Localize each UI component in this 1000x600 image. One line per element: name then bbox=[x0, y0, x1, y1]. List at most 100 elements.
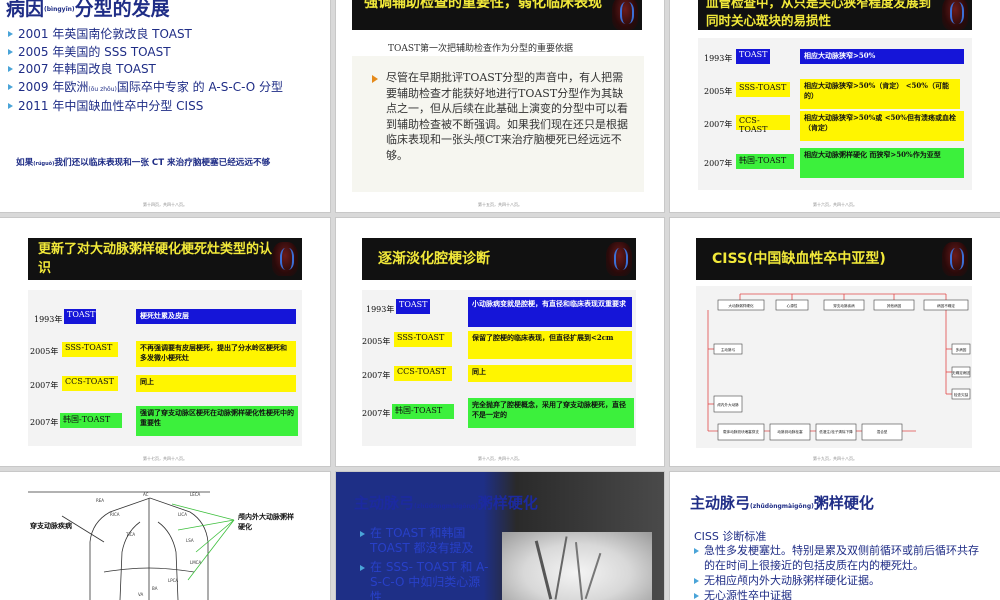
list-item: 无心源性卒中证据 bbox=[694, 588, 988, 600]
slide-title-bar: CISS(中国缺血性卒中亚型) bbox=[696, 238, 972, 280]
diagram-label: 心源性 bbox=[787, 303, 798, 308]
row-text: 相应大动脉粥样硬化 而狭窄>50%作为亚型 bbox=[800, 148, 964, 178]
slide-footer: 第十七页，共四十八页。 bbox=[143, 456, 187, 461]
list-item: 2001 年英国南伦敦改良 TOAST bbox=[8, 26, 283, 44]
bullet-list: 2001 年英国南伦敦改良 TOAST 2005 年美国的 SSS TOAST … bbox=[8, 26, 283, 116]
slide-footer: 第十六页，共四十八页。 bbox=[813, 202, 857, 207]
row-tag: TOAST bbox=[64, 309, 96, 324]
slide-title-bar: 血管检查中，从只是关心狭窄程度发展到同时关心斑块的易损性 bbox=[698, 0, 972, 30]
list-item: 2005 年美国的 SSS TOAST bbox=[8, 44, 283, 62]
slide-footer: 第十八页，共四十八页。 bbox=[478, 456, 522, 461]
slide-subtitle: TOAST第一次把辅助检查作为分型的重要依据 bbox=[388, 44, 574, 54]
row-tag: SSS-TOAST bbox=[62, 342, 118, 357]
slide-title-bar: 更新了对大动脉粥样硬化梗死灶类型的认识 bbox=[28, 238, 302, 280]
row-year: 2007年 bbox=[362, 371, 391, 380]
list-item: 2009 年欧洲(ōu zhōu)国际卒中专家 的 A-S-C-O 分型 bbox=[8, 79, 283, 99]
list-item: 无相应颅内外大动脉粥样硬化证据。 bbox=[694, 573, 988, 588]
row-tag: CCS-TOAST bbox=[736, 115, 790, 134]
row-year: 2007年 bbox=[30, 418, 59, 427]
row-year: 2005年 bbox=[362, 337, 391, 346]
slide-footer: 第十四页，共四十八页。 bbox=[143, 202, 187, 207]
slide-16[interactable]: 血管检查中，从只是关心狭窄程度发展到同时关心斑块的易损性 1993年 TOAST… bbox=[670, 0, 1000, 212]
diagram-label: 病因不确定 bbox=[937, 303, 955, 308]
brain-icon bbox=[612, 0, 638, 30]
slide-footer: 第十五页，共四十八页。 bbox=[478, 202, 522, 207]
brain-icon bbox=[942, 0, 968, 30]
slide-title: 血管检查中，从只是关心狭窄程度发展到同时关心斑块的易损性 bbox=[706, 0, 932, 28]
slide-title: 逐渐淡化腔梗诊断 bbox=[378, 251, 490, 267]
row-year: 2005年 bbox=[30, 347, 59, 356]
row-tag: CCS-TOAST bbox=[394, 366, 452, 381]
row-text: 保留了腔梗的临床表现，但直径扩展到<2cm bbox=[468, 331, 632, 359]
list-item: 在 SSS- TOAST 和 A-S-C-O 中如归类心源性 bbox=[360, 560, 490, 600]
slide-footer: 第十九页，共四十八页。 bbox=[813, 456, 857, 461]
brain-icon bbox=[942, 242, 968, 276]
slide-title-bar: 逐渐淡化腔梗诊断 bbox=[362, 238, 636, 280]
content-panel: 尽管在早期批评TOAST分型的声音中，有人把需要辅助检查才能获好地进行TOAST… bbox=[352, 56, 644, 192]
vessel-label: VA bbox=[138, 592, 143, 597]
diagram-label: 动脉到动脉栓塞 bbox=[777, 429, 803, 434]
vessel-label: LECA bbox=[190, 492, 201, 497]
vessel-label: LMCA bbox=[190, 560, 201, 565]
slide-title: CISS(中国缺血性卒中亚型) bbox=[712, 251, 886, 267]
slide-20[interactable]: AC LECA LICA RICA REA TICA LSA LMCA LPCA… bbox=[0, 472, 330, 600]
diagram-label: 穿支动脉疾病 bbox=[833, 303, 855, 308]
row-tag: SSS-TOAST bbox=[394, 332, 452, 347]
row-text: 相应大动脉狭窄>50% bbox=[800, 49, 964, 64]
bullet-list: 急性多发梗塞灶。特别是累及双侧前循环或前后循环共存的在时间上很接近的包括皮质在内… bbox=[694, 543, 988, 600]
slide-title: 主动脉弓(zhǔdòngmàigōng)粥样硬化 bbox=[354, 494, 538, 512]
row-text: 小动脉病变就是腔梗，有直径和临床表现双重要求 bbox=[468, 297, 632, 327]
row-text: 同上 bbox=[468, 365, 632, 382]
list-item: 急性多发梗塞灶。特别是累及双侧前循环或前后循环共存的在时间上很接近的包括皮质在内… bbox=[694, 543, 988, 573]
row-text: 梗死灶累及皮层 bbox=[136, 309, 296, 324]
diagram-label: 无确定病因 bbox=[952, 370, 970, 375]
label-perforator: 穿支动脉疾病 bbox=[30, 521, 72, 530]
slide-21[interactable]: 主动脉弓(zhǔdòngmàigōng)粥样硬化 在 TOAST 和韩国 TOA… bbox=[336, 472, 664, 600]
row-tag: 韩国-TOAST bbox=[736, 154, 794, 169]
row-tag: TOAST bbox=[736, 49, 770, 64]
bullet-icon bbox=[372, 75, 378, 83]
slide-title-bar: 强调辅助检查的重要性，弱化临床表现 bbox=[352, 0, 642, 30]
slide-15[interactable]: 强调辅助检查的重要性，弱化临床表现 TOAST第一次把辅助检查作为分型的重要依据… bbox=[336, 0, 664, 212]
slide-17[interactable]: 更新了对大动脉粥样硬化梗死灶类型的认识 1993年 TOAST 梗死灶累及皮层 … bbox=[0, 218, 330, 466]
slide-title: 强调辅助检查的重要性，弱化临床表现 bbox=[364, 0, 602, 11]
diagram-label: 大动脉粥样硬化 bbox=[728, 303, 754, 308]
bullet-list: 在 TOAST 和韩国 TOAST 都没有提及 在 SSS- TOAST 和 A… bbox=[360, 526, 490, 600]
row-text: 同上 bbox=[136, 375, 296, 392]
row-year: 2007年 bbox=[704, 120, 733, 129]
slide-title: 病因(bìngyīn)分型的发展 bbox=[6, 0, 170, 20]
vessel-label: REA bbox=[96, 498, 104, 503]
vessel-label: RICA bbox=[110, 512, 120, 517]
row-year: 2007年 bbox=[362, 409, 391, 418]
slide-title: 更新了对大动脉粥样硬化梗死灶类型的认识 bbox=[38, 242, 273, 276]
vessel-label: LSA bbox=[186, 538, 194, 543]
diagram-label: 主动脉弓 bbox=[721, 347, 736, 352]
diagram-label: 载体动脉斑块堵塞穿支 bbox=[723, 429, 759, 434]
list-item: 2011 年中国缺血性卒中分型 CISS bbox=[8, 98, 283, 116]
row-year: 2007年 bbox=[30, 381, 59, 390]
row-year: 1993年 bbox=[704, 54, 733, 63]
row-text: 相应大动脉狭窄>50%或 <50%但有溃疡或血栓（肯定） bbox=[800, 111, 964, 141]
angiography-image bbox=[502, 532, 652, 600]
ciss-diagram: 大动脉粥样硬化 心源性 穿支动脉疾病 其他病因 病因不确定 主动脉弓 颅内外大动… bbox=[707, 293, 970, 441]
slide-19[interactable]: CISS(中国缺血性卒中亚型) 大动脉粥样硬化 心源性 穿支动脉疾病 其他病因 … bbox=[670, 218, 1000, 466]
diagram-label: 低灌注/栓子清除下降 bbox=[819, 429, 853, 434]
diagram-label: 混合型 bbox=[877, 429, 888, 434]
vessel-label: LICA bbox=[178, 512, 187, 517]
slide-title: 主动脉弓(zhǔdòngmàigōng)粥样硬化 bbox=[690, 494, 874, 512]
row-tag: 韩国-TOAST bbox=[60, 413, 122, 428]
row-tag: SSS-TOAST bbox=[736, 82, 790, 97]
vessel-label: AC bbox=[143, 492, 149, 497]
list-item: 在 TOAST 和韩国 TOAST 都没有提及 bbox=[360, 526, 490, 556]
diagram-label: 多病因 bbox=[956, 347, 967, 352]
label-large-artery: 颅内外大动脉粥样硬化 bbox=[238, 512, 294, 531]
row-text: 不再强调要有皮层梗死，提出了分水岭区梗死和多发微小梗死灶 bbox=[136, 341, 296, 367]
slide-14[interactable]: 病因(bìngyīn)分型的发展 2001 年英国南伦敦改良 TOAST 200… bbox=[0, 0, 330, 212]
row-tag: CCS-TOAST bbox=[62, 376, 118, 391]
criteria-heading: CISS 诊断标准 bbox=[694, 530, 767, 543]
diagram-label: 其他病因 bbox=[887, 303, 902, 308]
vessel-label: BA bbox=[152, 586, 158, 591]
slide-22[interactable]: 主动脉弓(zhǔdòngmàigōng)粥样硬化 CISS 诊断标准 急性多发梗… bbox=[670, 472, 1000, 600]
slide-note: 如果(rúguǒ)我们还以临床表现和一张 CT 来治疗脑梗塞已经远远不够 bbox=[16, 158, 271, 168]
slide-18[interactable]: 逐渐淡化腔梗诊断 1993年 TOAST 小动脉病变就是腔梗，有直径和临床表现双… bbox=[336, 218, 664, 466]
